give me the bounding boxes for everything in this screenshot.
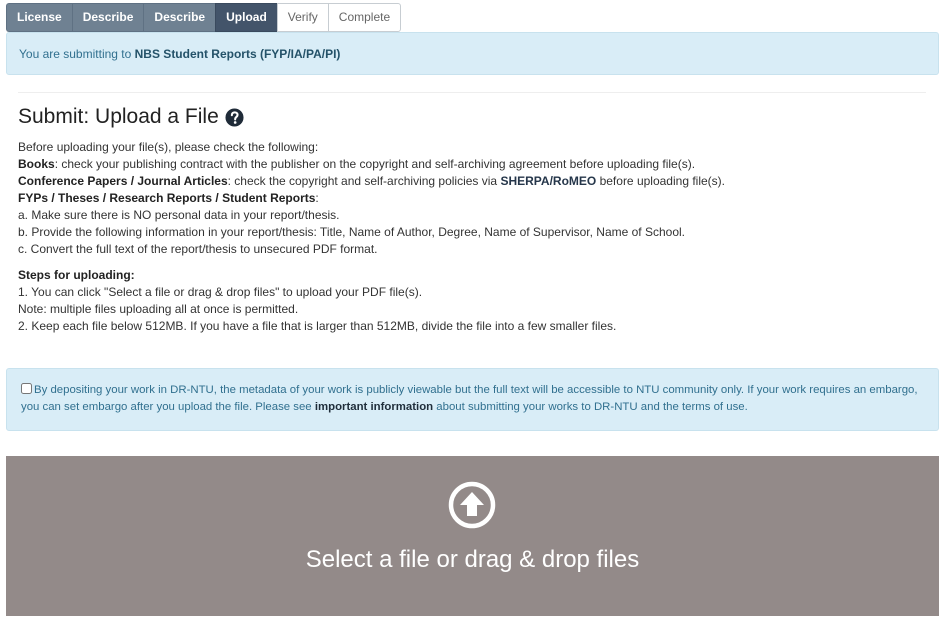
upload-step-2: 2. Keep each file below 512MB. If you ha… bbox=[18, 319, 617, 333]
books-line: Books: check your publishing contract wi… bbox=[18, 156, 933, 173]
important-information-link[interactable]: important information bbox=[315, 401, 433, 413]
conference-text-after: before uploading file(s). bbox=[596, 174, 725, 188]
step-describe-1[interactable]: Describe bbox=[71, 3, 144, 32]
page-title: Submit: Upload a File bbox=[18, 105, 244, 129]
submitting-to-alert: You are submitting to NBS Student Report… bbox=[6, 32, 939, 75]
instructions-intro: Before uploading your file(s), please ch… bbox=[18, 140, 319, 154]
step-license[interactable]: License bbox=[6, 3, 72, 32]
fyp-item-b: b. Provide the following information in … bbox=[18, 225, 685, 239]
conference-line: Conference Papers / Journal Articles: ch… bbox=[18, 173, 933, 190]
step-describe-2[interactable]: Describe bbox=[143, 3, 216, 32]
steps-heading-text: Steps for uploading: bbox=[18, 268, 135, 282]
fyp-label: FYPs / Theses / Research Reports / Stude… bbox=[18, 191, 316, 205]
collection-name: NBS Student Reports (FYP/IA/PA/PI) bbox=[134, 47, 341, 61]
page-title-text: Submit: Upload a File bbox=[18, 105, 219, 128]
books-label: Books bbox=[18, 157, 55, 171]
fyp-item-a: a. Make sure there is NO personal data i… bbox=[18, 208, 340, 222]
upload-instructions: Before uploading your file(s), please ch… bbox=[18, 139, 933, 335]
sherpa-romeo-link[interactable]: SHERPA/RoMEO bbox=[500, 174, 596, 188]
dropzone-label[interactable]: Select a file or drag & drop files bbox=[6, 546, 939, 574]
question-circle-icon[interactable] bbox=[225, 107, 244, 127]
step-upload[interactable]: Upload bbox=[215, 3, 277, 32]
step-complete: Complete bbox=[327, 3, 402, 32]
conference-text: : check the copyright and self-archiving… bbox=[227, 174, 501, 188]
file-dropzone[interactable]: Select a file or drag & drop files bbox=[6, 456, 939, 616]
consent-checkbox[interactable] bbox=[21, 383, 32, 394]
upload-arrow-circle-icon bbox=[448, 481, 496, 529]
submission-progress-steps: License Describe Describe Upload Verify … bbox=[6, 3, 402, 32]
fyp-line: FYPs / Theses / Research Reports / Stude… bbox=[18, 190, 933, 207]
fyp-colon: : bbox=[315, 191, 319, 205]
conference-label: Conference Papers / Journal Articles bbox=[18, 174, 228, 188]
steps-heading: Steps for uploading: bbox=[18, 267, 933, 284]
upload-step-1: 1. You can click "Select a file or drag … bbox=[18, 285, 423, 299]
divider bbox=[18, 92, 926, 93]
consent-text-after: about submitting your works to DR-NTU an… bbox=[433, 401, 748, 413]
submitting-prefix: You are submitting to bbox=[19, 47, 135, 61]
consent-alert: By depositing your work in DR-NTU, the m… bbox=[6, 368, 939, 431]
fyp-item-c: c. Convert the full text of the report/t… bbox=[18, 242, 378, 256]
step-verify: Verify bbox=[276, 3, 328, 32]
books-text: : check your publishing contract with th… bbox=[54, 157, 696, 171]
upload-note: Note: multiple files uploading all at on… bbox=[18, 302, 299, 316]
